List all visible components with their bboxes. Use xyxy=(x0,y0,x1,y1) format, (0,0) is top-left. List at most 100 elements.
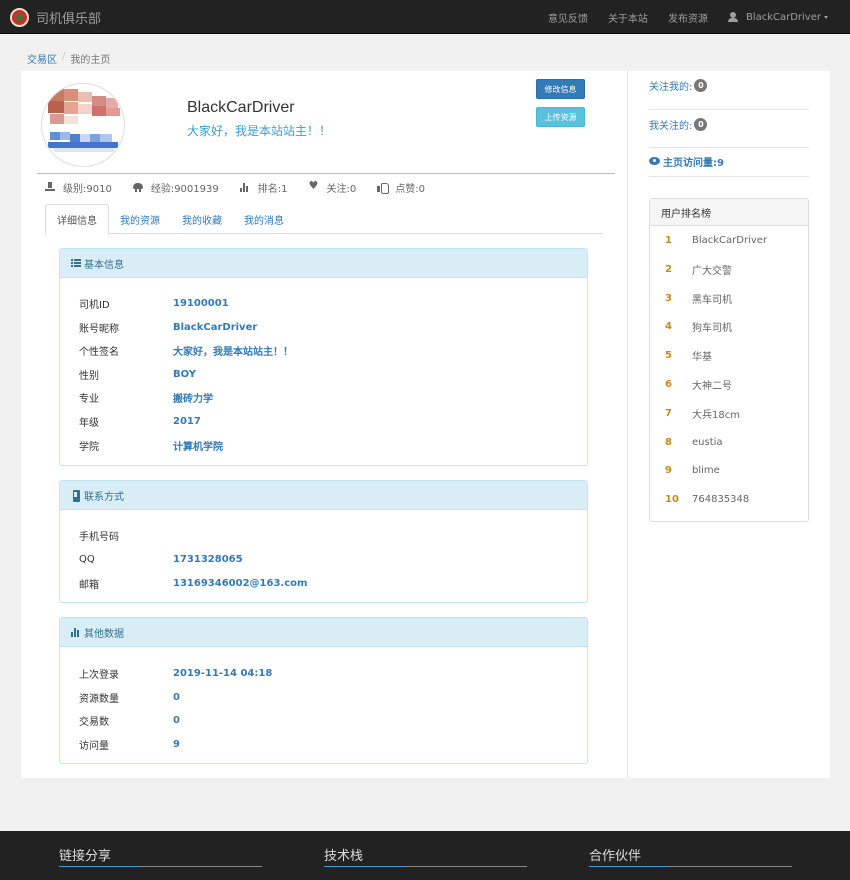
info-label: 上次登录 xyxy=(79,669,119,681)
ranking-username: 大神二号 xyxy=(692,380,732,392)
bar-chart-icon xyxy=(71,627,81,637)
brand-logo-icon xyxy=(10,7,29,27)
tab-details[interactable]: 详细信息 xyxy=(45,204,109,235)
ranking-number: 10 xyxy=(665,493,679,505)
ranking-username: 华基 xyxy=(692,351,712,363)
info-label: 专业 xyxy=(79,393,99,405)
info-value: 0 xyxy=(173,714,180,726)
info-row: 账号昵称 BlackCarDriver xyxy=(79,320,258,335)
ranking-username: BlackCarDriver xyxy=(692,234,768,246)
info-row: 学院 计算机学院 xyxy=(79,438,223,453)
ranking-username: eustia xyxy=(692,436,723,448)
profile-stats: 级别:9010 经验:9001939 排名:1 关注:0 点赞:0 xyxy=(45,179,446,195)
ranking-item[interactable]: 5 华基 xyxy=(665,348,712,363)
panel-contact-header: 联系方式 xyxy=(60,481,587,510)
top-navbar: 司机俱乐部 意见反馈 关于本站 发布资源 BlackCarDriver xyxy=(0,0,850,34)
panel-other-data-header: 其他数据 xyxy=(60,618,587,647)
followers-link[interactable]: 关注我的: 0 xyxy=(649,78,708,93)
breadcrumb: 交易区 / 我的主页 xyxy=(27,51,110,66)
info-value: 0 xyxy=(173,691,180,703)
info-label: 访问量 xyxy=(79,740,109,752)
ranking-item[interactable]: 1 BlackCarDriver xyxy=(665,233,767,247)
user-ranking-panel: 用户排名榜 1 BlackCarDriver 2 广大交警 3 黑车司机 4 狗车司机 … xyxy=(649,198,809,522)
info-label: 司机ID xyxy=(79,299,110,311)
ranking-username: 764835348 xyxy=(692,493,750,505)
user-menu-name: BlackCarDriver xyxy=(745,11,821,23)
ranking-number: 7 xyxy=(665,407,672,419)
caret-down-icon xyxy=(824,15,828,19)
following-count-badge: 0 xyxy=(694,117,708,131)
ranking-item[interactable]: 8 eustia xyxy=(665,435,723,449)
ranking-item[interactable]: 7 大兵18cm xyxy=(665,406,740,421)
info-row: QQ 1731328065 xyxy=(79,552,243,566)
ranking-number: 6 xyxy=(665,378,672,390)
ranking-item[interactable]: 9 blime xyxy=(665,463,720,477)
followers-count-badge: 0 xyxy=(694,78,708,92)
info-label: 交易数 xyxy=(79,716,109,728)
nav-link-publish[interactable]: 发布资源 xyxy=(668,10,708,25)
info-row: 交易数 0 xyxy=(79,713,180,728)
ranking-item[interactable]: 3 黑车司机 xyxy=(665,291,732,306)
brand-title: 司机俱乐部 xyxy=(36,11,102,27)
info-value: 大家好，我是本站站主！！ xyxy=(173,346,293,358)
stat-rank-text: 排名:1 xyxy=(257,183,288,195)
stat-likes: 点赞:0 xyxy=(377,180,425,195)
sidebar-divider xyxy=(649,147,809,148)
footer-divider xyxy=(324,866,527,867)
info-label: 个性签名 xyxy=(79,346,119,358)
info-row: 上次登录 2019-11-14 04:18 xyxy=(79,666,272,681)
stat-exp-text: 经验:9001939 xyxy=(150,183,219,195)
page-visits-text: 主页访问量:9 xyxy=(663,157,724,169)
footer-section-tech: 技术栈 xyxy=(324,845,527,867)
tab-my-messages[interactable]: 我的消息 xyxy=(233,204,295,234)
breadcrumb-link-trade[interactable]: 交易区 xyxy=(27,51,57,66)
footer-section-partners: 合作伙伴 xyxy=(589,845,792,867)
profile-divider xyxy=(37,173,615,174)
brand[interactable]: 司机俱乐部 xyxy=(10,7,101,27)
nav-link-feedback[interactable]: 意见反馈 xyxy=(548,10,588,25)
following-label: 我关注的: xyxy=(649,120,693,132)
tab-my-favorites[interactable]: 我的收藏 xyxy=(171,204,233,234)
info-row: 个性签名 大家好，我是本站站主！！ xyxy=(79,343,293,358)
footer-divider xyxy=(59,866,262,867)
profile-tabs: 详细信息 我的资源 我的收藏 我的消息 xyxy=(45,204,603,235)
ranking-number: 2 xyxy=(665,263,672,275)
info-value: 搬砖力学 xyxy=(173,393,213,405)
ranking-item[interactable]: 6 大神二号 xyxy=(665,377,732,392)
edit-profile-button[interactable]: 修改信息 xyxy=(536,79,585,99)
ranking-item[interactable]: 10 764835348 xyxy=(665,492,749,506)
phone-icon xyxy=(71,490,81,502)
info-value: BOY xyxy=(173,368,197,380)
tab-my-resources[interactable]: 我的资源 xyxy=(109,204,171,234)
info-label: 手机号码 xyxy=(79,531,119,543)
info-row: 年级 2017 xyxy=(79,414,201,429)
panel-contact: 联系方式 手机号码 QQ 1731328065 邮箱 13169346002@163… xyxy=(59,480,588,603)
panel-basic-info-title: 基本信息 xyxy=(84,259,124,271)
following-link[interactable]: 我关注的: 0 xyxy=(649,117,708,132)
stat-follow: 关注:0 xyxy=(308,179,356,195)
followers-label: 关注我的: xyxy=(649,81,693,93)
ranking-number: 9 xyxy=(665,464,672,476)
ranking-number: 8 xyxy=(665,436,672,448)
user-menu[interactable]: BlackCarDriver xyxy=(727,11,828,23)
ranking-number: 5 xyxy=(665,349,672,361)
panel-other-data-title: 其他数据 xyxy=(84,628,124,640)
info-value: 13169346002@163.com xyxy=(173,577,308,589)
stat-rank: 排名:1 xyxy=(239,180,288,195)
ranking-number: 1 xyxy=(665,234,672,246)
sidebar-divider xyxy=(649,176,809,177)
info-value: 9 xyxy=(173,738,180,750)
nav-link-about[interactable]: 关于本站 xyxy=(608,10,648,25)
info-label: QQ xyxy=(79,553,95,565)
info-value: BlackCarDriver xyxy=(173,321,258,333)
breadcrumb-current: 我的主页 xyxy=(70,55,111,66)
ranking-item[interactable]: 2 广大交警 xyxy=(665,262,732,277)
heart-icon xyxy=(308,179,318,192)
upload-resource-button[interactable]: 上传资源 xyxy=(536,107,585,127)
ranking-number: 4 xyxy=(665,320,672,332)
ranking-item[interactable]: 4 狗车司机 xyxy=(665,319,732,334)
ranking-number: 3 xyxy=(665,292,672,304)
info-label: 性别 xyxy=(79,370,99,382)
info-row: 资源数量 0 xyxy=(79,690,180,705)
eye-icon xyxy=(649,157,660,165)
